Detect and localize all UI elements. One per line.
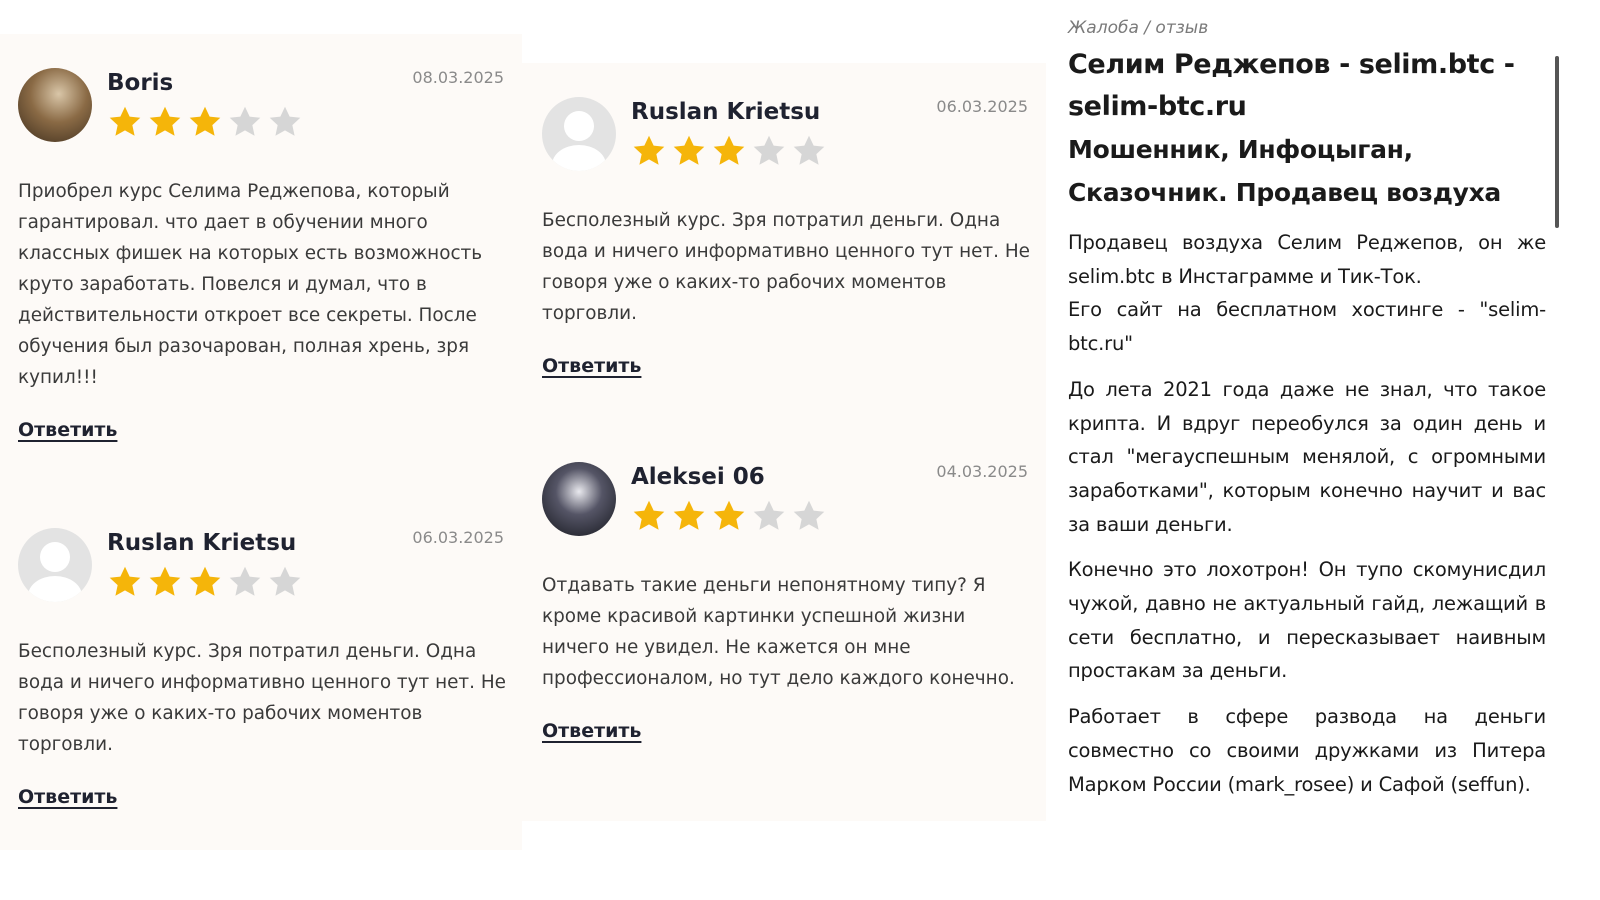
review-date: 06.03.2025 <box>412 528 504 547</box>
reply-link[interactable]: Ответить <box>18 786 117 808</box>
star-filled-icon <box>713 500 745 530</box>
reviews-column-right: Ruslan Krietsu 06.03.2025 Бесполезный ку… <box>522 63 1046 821</box>
review-card: Boris 08.03.2025 Приобрел курс Селима Ре… <box>18 68 506 441</box>
star-filled-icon <box>109 566 141 596</box>
star-empty-icon <box>753 135 785 165</box>
scrollbar[interactable] <box>1555 56 1559 228</box>
review-text: Приобрел курс Селима Реджепова, который … <box>18 181 483 388</box>
star-filled-icon <box>189 566 221 596</box>
reviews-column-left: Boris 08.03.2025 Приобрел курс Селима Ре… <box>0 34 522 850</box>
reply-link[interactable]: Ответить <box>542 355 641 377</box>
review-text: Отдавать такие деньги непонятному типу? … <box>542 575 1015 689</box>
star-empty-icon <box>229 566 261 596</box>
star-empty-icon <box>793 500 825 530</box>
paragraph-line: Его сайт на бесплатном хостинге - "selim… <box>1068 298 1546 356</box>
page-subtitle: Мошенник, Инфоцыган, Сказочник. Продавец… <box>1068 135 1501 207</box>
review-card: Aleksei 06 04.03.2025 Отдавать такие ден… <box>542 462 1030 742</box>
star-filled-icon <box>109 106 141 136</box>
rating-stars <box>107 104 303 140</box>
review-date: 06.03.2025 <box>936 97 1028 116</box>
review-text: Бесполезный курс. Зря потратил деньги. О… <box>542 210 1030 324</box>
star-filled-icon <box>633 135 665 165</box>
reviewer-name: Ruslan Krietsu <box>107 530 297 556</box>
reply-link[interactable]: Ответить <box>18 419 117 441</box>
avatar-placeholder <box>18 528 92 602</box>
review-date: 04.03.2025 <box>936 462 1028 481</box>
breadcrumb[interactable]: Жалоба / отзыв <box>1068 18 1546 38</box>
review-card: Ruslan Krietsu 06.03.2025 Бесполезный ку… <box>542 97 1030 377</box>
star-empty-icon <box>229 106 261 136</box>
reply-link[interactable]: Ответить <box>542 720 641 742</box>
article-paragraph: До лета 2021 года даже не знал, что тако… <box>1068 377 1546 536</box>
page-title: Селим Реджепов - selim.btc - selim-btc.r… <box>1068 49 1515 122</box>
avatar <box>18 68 92 142</box>
star-filled-icon <box>713 135 745 165</box>
paragraph-line: Продавец воздуха Селим Реджепов, он же s… <box>1068 231 1546 288</box>
review-card: Ruslan Krietsu 06.03.2025 Бесполезный ку… <box>18 528 506 808</box>
star-empty-icon <box>269 566 301 596</box>
star-filled-icon <box>189 106 221 136</box>
reviewer-name: Boris <box>107 70 174 96</box>
reviewer-name: Ruslan Krietsu <box>631 99 821 125</box>
avatar-placeholder <box>542 97 616 171</box>
star-empty-icon <box>269 106 301 136</box>
reviewer-name: Aleksei 06 <box>631 464 765 490</box>
review-text: Бесполезный курс. Зря потратил деньги. О… <box>18 641 506 755</box>
complaint-article: Жалоба / отзыв Селим Реджепов - selim.bt… <box>1068 18 1546 801</box>
rating-stars <box>631 133 827 169</box>
star-filled-icon <box>149 566 181 596</box>
star-empty-icon <box>793 135 825 165</box>
star-empty-icon <box>753 500 785 530</box>
rating-stars <box>107 564 303 600</box>
article-paragraph: Продавец воздуха Селим Реджепов, он же s… <box>1068 226 1546 361</box>
star-filled-icon <box>673 500 705 530</box>
avatar <box>542 462 616 536</box>
rating-stars <box>631 498 827 534</box>
star-filled-icon <box>673 135 705 165</box>
star-filled-icon <box>633 500 665 530</box>
article-paragraph: Конечно это лохотрон! Он тупо скомунисди… <box>1068 558 1546 683</box>
article-paragraph: Работает в сфере развода на деньги совме… <box>1068 705 1546 796</box>
review-date: 08.03.2025 <box>412 68 504 87</box>
star-filled-icon <box>149 106 181 136</box>
